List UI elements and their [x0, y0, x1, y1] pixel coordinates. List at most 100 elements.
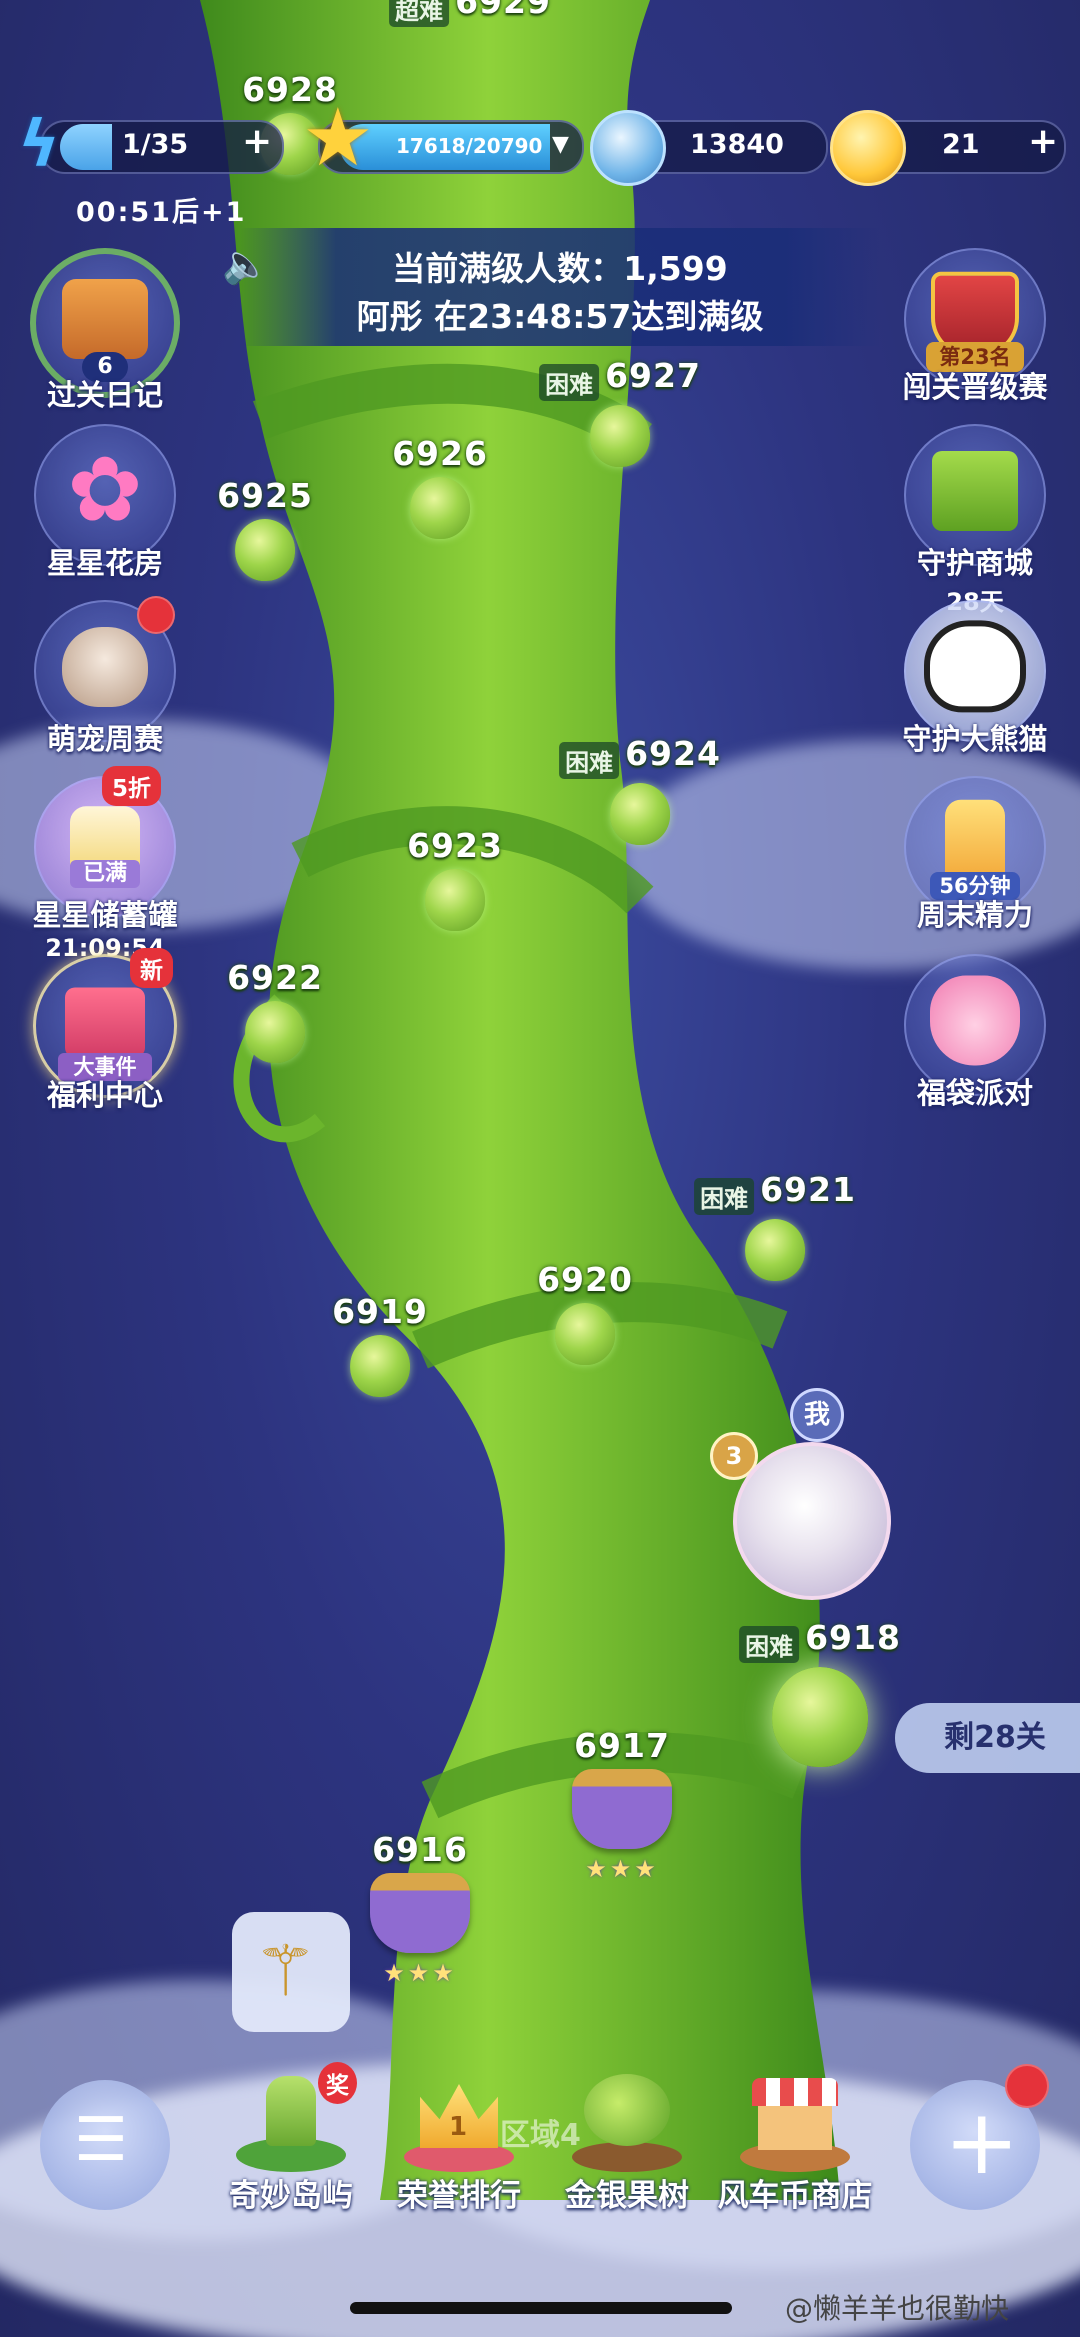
level-number: 6926: [392, 434, 488, 473]
lucky-bag-icon: [930, 975, 1020, 1066]
pod-icon: [554, 1303, 615, 1365]
level-stars: ★★★: [585, 1855, 659, 1883]
owl-completed-icon: [370, 1873, 470, 1953]
nav-windmill-shop[interactable]: 风车币商店: [710, 2068, 880, 2215]
level-number: 6925: [217, 476, 313, 515]
level-node-6919[interactable]: 6919: [332, 1292, 428, 1397]
level-node-6923[interactable]: 6923: [407, 826, 503, 931]
menu-button[interactable]: ☰: [40, 2080, 170, 2210]
level-node-6917[interactable]: 6917 ★★★: [572, 1726, 672, 1883]
lucky-bag-label: 福袋派对: [916, 1076, 1033, 1110]
flower-label: 星星花房: [46, 546, 163, 580]
lucky-bag-button[interactable]: 福袋派对: [900, 954, 1050, 1112]
nav-wonder-island[interactable]: 奖 奇妙岛屿: [206, 2062, 376, 2215]
level-node-6916[interactable]: 6916 ★★★: [370, 1830, 470, 1987]
list-icon: ☰: [74, 2105, 128, 2175]
pod-icon: [349, 1335, 410, 1397]
star-icon: ★: [302, 91, 374, 184]
star-flower-house-button[interactable]: ✿ 星星花房: [30, 424, 180, 582]
gold-coin-count: 21: [942, 129, 980, 160]
remaining-levels-tab[interactable]: 剩28关: [895, 1703, 1080, 1773]
pod-icon: [424, 869, 485, 931]
notice-line-2: 阿彤 在23:48:57达到满级: [356, 297, 764, 336]
level-node-6925[interactable]: 6925: [217, 476, 313, 581]
level-number: 6929: [455, 0, 551, 21]
add-energy-button[interactable]: +: [242, 124, 272, 160]
rank-label: 闯关晋级赛: [902, 370, 1048, 404]
player-label: 我: [790, 1388, 844, 1442]
energy-count: 1/35: [122, 129, 189, 160]
guard-shop-label: 守护商城: [916, 546, 1033, 580]
gold-coin-icon: [830, 110, 906, 186]
new-badge: 新: [130, 948, 173, 988]
level-node-6924[interactable]: 困难 6924: [559, 734, 721, 845]
level-number: 6918: [805, 1618, 901, 1657]
level-number: 6919: [332, 1292, 428, 1331]
level-diary-button[interactable]: 6 过关日记: [30, 248, 180, 414]
energy-timer: 00:51后+1: [76, 197, 247, 228]
scepter-icon: ⚚: [254, 1930, 317, 2012]
watermark: @懒羊羊也很勤快: [785, 2292, 1010, 2325]
level-number: 6920: [537, 1260, 633, 1299]
pod-icon: [409, 477, 470, 539]
level-node-6918[interactable]: 困难 6918: [739, 1618, 901, 1767]
weekend-label: 周末精力: [916, 898, 1033, 932]
level-node-6922[interactable]: 6922: [227, 958, 323, 1063]
cat-icon: [62, 627, 148, 707]
snow-globe-avatar: [733, 1442, 891, 1600]
scepter-tool-button[interactable]: ⚚: [232, 1912, 350, 2032]
rank-number: 1: [449, 2112, 468, 2142]
player-marker[interactable]: 我 3: [710, 1380, 908, 1620]
welfare-label: 福利中心: [46, 1078, 163, 1112]
level-node-6920[interactable]: 6920: [537, 1260, 633, 1365]
difficulty-tag: 困难: [694, 1178, 755, 1215]
nav-gold-silver-tree[interactable]: 金银果树: [542, 2068, 712, 2215]
level-node-6929[interactable]: 超难 6929: [389, 0, 551, 27]
diary-icon: [62, 279, 148, 359]
notification-dot: [1005, 2064, 1049, 2108]
energy-fill: [60, 124, 112, 170]
pod-icon: [234, 519, 295, 581]
guard-panda-button[interactable]: 守护大熊猫: [900, 600, 1050, 758]
pod-icon: [744, 1219, 805, 1281]
bank-status: 已满: [70, 860, 140, 888]
panda-icon: [924, 620, 1026, 713]
welfare-center-button[interactable]: 大事件 新 福利中心: [30, 948, 180, 1114]
discount-badge: 5折: [102, 766, 162, 806]
rank-match-button[interactable]: 第23名 闯关晋级赛: [900, 248, 1050, 406]
game-scene: 超难 6929 6928 困难 6927 6926 6925 困难 6924 6923…: [0, 0, 1080, 2337]
level-node-6927[interactable]: 困难 6927: [539, 356, 701, 467]
weekend-energy-button[interactable]: 56分钟 周末精力: [900, 776, 1050, 934]
level-number: 6921: [760, 1170, 856, 1209]
home-indicator[interactable]: [350, 2302, 732, 2314]
pet-weekly-button[interactable]: 萌宠周赛: [30, 596, 180, 758]
bank-label: 星星储蓄罐: [32, 898, 178, 932]
level-node-6921[interactable]: 困难 6921: [694, 1170, 856, 1281]
shop-icon: [730, 2068, 860, 2178]
notice-line-1: 当前满级人数：1,599: [392, 249, 728, 288]
reward-badge: 奖: [318, 2062, 357, 2104]
level-node-6926[interactable]: 6926: [392, 434, 488, 539]
level-number: 6917: [574, 1726, 670, 1765]
nav-honor-ranking[interactable]: 1 荣誉排行: [374, 2068, 544, 2215]
level-number: 6923: [407, 826, 503, 865]
blue-coin-icon: [590, 110, 666, 186]
notification-dot: [137, 596, 175, 634]
star-piggy-bank-button[interactable]: 已满 5折 星星储蓄罐 21:09:54: [30, 766, 180, 962]
gift-box-icon: [65, 987, 145, 1058]
add-gold-button[interactable]: +: [1028, 124, 1058, 160]
star-progress-text: 17618/20790: [396, 134, 543, 158]
level-number: 6924: [625, 734, 721, 773]
pod-icon: [609, 783, 670, 845]
chevron-down-icon[interactable]: ▼: [552, 132, 569, 157]
guard-shop-button[interactable]: 守护商城 28天: [900, 424, 1050, 617]
crown-icon: 1: [394, 2068, 524, 2178]
level-stars: ★★★: [383, 1959, 457, 1987]
level-number: 6922: [227, 958, 323, 997]
difficulty-tag: 超难: [389, 0, 450, 27]
tree-icon: [562, 2068, 692, 2178]
difficulty-tag: 困难: [559, 742, 620, 779]
glowing-pod-icon: [771, 1667, 868, 1767]
lightning-icon: ϟ: [18, 108, 61, 182]
flower-icon: ✿: [67, 437, 143, 543]
